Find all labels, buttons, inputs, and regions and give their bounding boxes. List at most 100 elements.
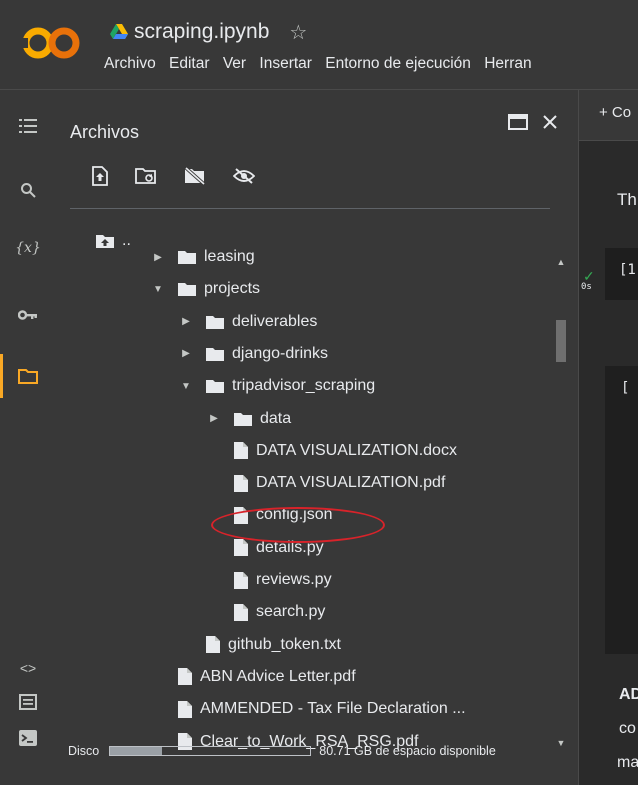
- tree-item-label: data: [260, 409, 292, 427]
- add-code-button[interactable]: + Co: [599, 104, 631, 121]
- annotation-circle: [211, 507, 385, 543]
- key-icon[interactable]: [0, 308, 56, 326]
- text-line-3: ma: [617, 754, 638, 771]
- folder-row[interactable]: ▼ tripadvisor_scraping: [180, 371, 375, 401]
- text-line-2: co: [619, 720, 636, 737]
- tree-item-label: reviews.py: [256, 571, 332, 588]
- chevron-down-icon[interactable]: ▼: [180, 381, 192, 392]
- tree-item-label: AMMENDED - Tax File Declaration ...: [200, 700, 466, 718]
- folder-row[interactable]: ▶ django-drinks: [180, 339, 328, 369]
- chevron-right-icon[interactable]: ▶: [208, 413, 220, 424]
- star-icon[interactable]: ☆: [289, 20, 307, 45]
- notebook-area: + Co Th ✓ 0s [1 [ AD co ma: [579, 90, 638, 785]
- refresh-folder-icon[interactable]: [135, 167, 157, 190]
- file-row[interactable]: DATA VISUALIZATION.pdf: [234, 468, 445, 498]
- folder-row[interactable]: ▶ deliverables: [180, 307, 317, 337]
- tree-item-label: ABN Advice Letter.pdf: [200, 667, 356, 685]
- command-palette-icon[interactable]: [0, 694, 56, 715]
- file-tree-scrollbar[interactable]: ▲ ▼: [552, 255, 570, 750]
- search-icon[interactable]: [0, 182, 56, 203]
- menu-herramientas[interactable]: Herran: [484, 55, 531, 72]
- tree-item-label: deliverables: [232, 312, 318, 330]
- folder-row[interactable]: ▶ leasing: [152, 242, 255, 272]
- parent-folder-label: ..: [122, 232, 131, 249]
- run-time: 0s: [581, 282, 592, 292]
- file-icon: [178, 700, 192, 718]
- code-cell[interactable]: [1: [605, 248, 638, 300]
- menu-entorno[interactable]: Entorno de ejecución: [325, 55, 471, 72]
- side-rail: {x} <>: [0, 90, 56, 785]
- folder-icon: [178, 282, 196, 297]
- disk-usage-fill: [110, 747, 163, 755]
- variables-icon[interactable]: {x}: [0, 240, 56, 256]
- parent-folder-row[interactable]: ..: [96, 226, 131, 256]
- hide-icon[interactable]: [232, 168, 256, 189]
- folder-icon: [206, 315, 224, 329]
- chevron-right-icon[interactable]: ▶: [180, 348, 192, 359]
- disk-usage-bar: [109, 746, 312, 756]
- menu-bar: Archivo Editar Ver Insertar Entorno de e…: [104, 55, 541, 73]
- folder-row[interactable]: ▶ data: [208, 404, 291, 434]
- disk-free-text: 80.71 GB de espacio disponible: [319, 744, 496, 758]
- tree-item-label: search.py: [256, 603, 326, 621]
- tree-item-label: DATA VISUALIZATION.docx: [256, 441, 457, 459]
- tree-item-label: tripadvisor_scraping: [232, 377, 376, 395]
- menu-insertar[interactable]: Insertar: [259, 55, 312, 72]
- folder-icon: [234, 412, 252, 426]
- files-panel: Archivos .. ▶ leasing ▼ projects ▶ deliverabl…: [56, 90, 578, 785]
- folder-row[interactable]: ▼ projects: [152, 274, 260, 304]
- file-icon: [234, 603, 248, 621]
- file-icon: [206, 636, 220, 654]
- menu-editar[interactable]: Editar: [169, 55, 210, 72]
- file-row[interactable]: reviews.py: [234, 565, 332, 595]
- tree-item-label: DATA VISUALIZATION.pdf: [256, 474, 446, 492]
- menu-ver[interactable]: Ver: [223, 55, 246, 72]
- colab-logo[interactable]: [22, 24, 80, 62]
- tree-item-label: projects: [204, 280, 261, 298]
- chevron-down-icon[interactable]: ▼: [152, 284, 164, 295]
- table-of-contents-icon[interactable]: [0, 118, 56, 139]
- unmount-drive-icon[interactable]: [184, 166, 206, 190]
- output-fragment: [: [621, 380, 630, 396]
- open-in-tab-icon[interactable]: [508, 114, 528, 135]
- folder-icon: [178, 250, 196, 264]
- text-line-1: AD: [619, 686, 638, 703]
- disk-usage: Disco 80.71 GB de espacio disponible: [68, 741, 578, 761]
- close-icon[interactable]: [542, 114, 558, 135]
- folder-icon: [206, 379, 224, 394]
- file-icon: [234, 442, 248, 460]
- file-row[interactable]: ABN Advice Letter.pdf: [178, 662, 356, 692]
- file-icon: [178, 668, 192, 686]
- folder-icon[interactable]: [0, 368, 56, 389]
- menu-archivo[interactable]: Archivo: [104, 55, 156, 72]
- disk-label: Disco: [68, 744, 100, 758]
- scrollbar-thumb[interactable]: [556, 320, 566, 362]
- file-row[interactable]: AMMENDED - Tax File Declaration ...: [178, 694, 466, 724]
- top-bar: scraping.ipynb ☆ Archivo Editar Ver Inse…: [0, 0, 638, 88]
- output-cell: [: [605, 366, 638, 654]
- tree-item-label: github_token.txt: [228, 635, 341, 653]
- files-toolbar: [92, 166, 256, 191]
- folder-up-icon: [96, 234, 114, 248]
- file-row[interactable]: search.py: [234, 597, 325, 627]
- panel-title: Archivos: [70, 122, 140, 142]
- notebook-title[interactable]: scraping.ipynb: [134, 20, 269, 44]
- tree-item-label: leasing: [204, 248, 255, 265]
- code-cell-prefix: [1: [619, 262, 636, 278]
- file-row[interactable]: github_token.txt: [206, 630, 341, 660]
- terminal-icon[interactable]: [0, 730, 56, 751]
- scroll-up-arrow[interactable]: ▲: [552, 257, 570, 267]
- file-row[interactable]: DATA VISUALIZATION.docx: [234, 436, 457, 466]
- file-icon: [234, 474, 248, 492]
- tree-item-label: django-drinks: [232, 344, 329, 362]
- folder-icon: [206, 347, 224, 361]
- upload-icon[interactable]: [92, 166, 108, 191]
- toolbar-separator: [70, 208, 550, 209]
- text-cell-fragment: Th: [617, 190, 637, 209]
- code-snippets-icon[interactable]: <>: [0, 660, 56, 676]
- google-drive-icon: [110, 24, 128, 39]
- file-icon: [234, 539, 248, 557]
- chevron-right-icon[interactable]: ▶: [180, 316, 192, 327]
- chevron-right-icon[interactable]: ▶: [152, 252, 164, 263]
- file-icon: [234, 571, 248, 589]
